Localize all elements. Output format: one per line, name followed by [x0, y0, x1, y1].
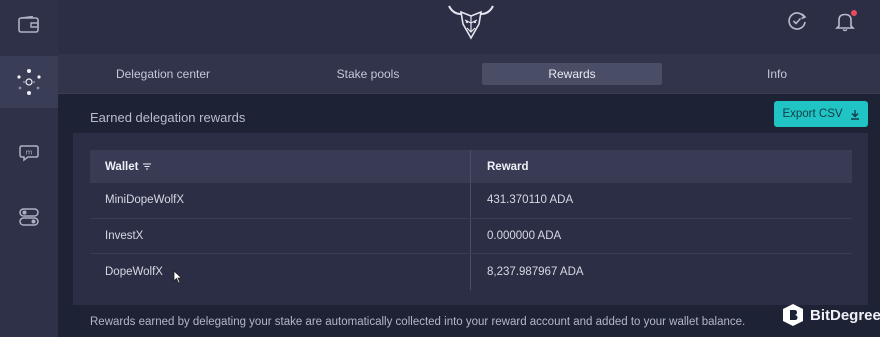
mouse-cursor-icon [173, 270, 183, 284]
sidebar: m [0, 0, 58, 337]
table-row[interactable]: DopeWolfX 8,237.987967 ADA [90, 254, 852, 290]
notifications-button[interactable] [834, 10, 858, 34]
wallet-cell: InvestX [90, 218, 471, 253]
export-csv-label: Export CSV [782, 108, 843, 120]
download-icon [850, 109, 859, 120]
tab-bar: Delegation center Stake pools Rewards In… [58, 54, 880, 94]
bull-logo [445, 2, 497, 47]
notification-badge [851, 10, 857, 16]
wallet-icon [18, 16, 39, 33]
sidebar-item-staking[interactable] [0, 56, 58, 108]
brand-name: BitDegree [810, 306, 880, 324]
sidebar-item-wallets[interactable] [0, 0, 58, 50]
sidebar-item-chat[interactable]: m [0, 128, 58, 178]
mx-chat-icon: m [19, 145, 39, 162]
staking-icon [17, 69, 41, 95]
sync-status-button[interactable] [786, 10, 810, 34]
table-header: Wallet Reward [90, 150, 852, 183]
svg-text:m: m [26, 149, 33, 157]
toggles-icon [19, 208, 39, 226]
reward-cell: 0.000000 ADA [487, 229, 562, 242]
tab-rewards[interactable]: Rewards [482, 63, 662, 85]
column-header-reward: Reward [487, 160, 529, 173]
tab-stake-pools[interactable]: Stake pools [278, 63, 458, 85]
table-row[interactable]: InvestX 0.000000 ADA [90, 218, 852, 254]
rewards-note: Rewards earned by delegating your stake … [90, 316, 746, 328]
sort-icon[interactable] [143, 163, 152, 170]
wallet-cell: DopeWolfX [90, 254, 471, 290]
reward-cell: 431.370110 ADA [487, 194, 574, 207]
top-bar [58, 0, 880, 54]
reward-cell: 8,237.987967 ADA [487, 265, 584, 278]
rewards-table: Wallet Reward MiniDopeWolfX 431.370110 A… [90, 150, 852, 290]
wallet-cell: MiniDopeWolfX [90, 183, 471, 218]
column-header-wallet[interactable]: Wallet [90, 150, 471, 183]
bitdegree-logo-icon [783, 304, 803, 326]
sidebar-item-settings[interactable] [0, 192, 58, 242]
sync-check-icon [788, 12, 807, 30]
export-csv-button[interactable]: Export CSV [774, 101, 868, 127]
tab-delegation-center[interactable]: Delegation center [73, 63, 253, 85]
page-title: Earned delegation rewards [90, 110, 246, 125]
table-row[interactable]: MiniDopeWolfX 431.370110 ADA [90, 183, 852, 219]
tab-info[interactable]: Info [687, 63, 867, 85]
brand-watermark: BitDegree [782, 303, 880, 327]
